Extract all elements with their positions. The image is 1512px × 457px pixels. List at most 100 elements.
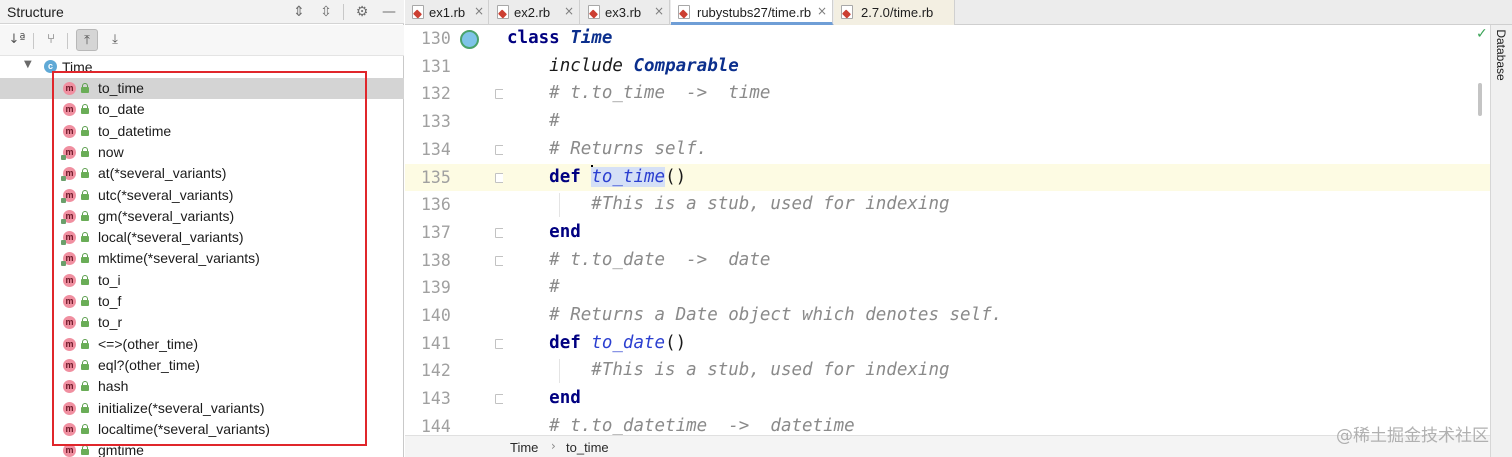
database-tool-tab[interactable]: Database xyxy=(1493,26,1509,86)
toolbar-divider xyxy=(33,33,34,49)
tree-method-item[interactable]: m initialize(*several_variants) xyxy=(0,398,404,419)
code-line[interactable]: # xyxy=(503,108,1490,136)
tree-method-item[interactable]: m utc(*several_variants) xyxy=(0,185,404,206)
method-icon: m xyxy=(63,124,76,138)
public-access-icon xyxy=(81,445,89,456)
gutter-line[interactable]: 142 xyxy=(405,357,503,385)
code-token: to_date xyxy=(591,332,666,353)
editor-scrollbar[interactable] xyxy=(1478,83,1482,116)
tree-method-item[interactable]: m localtime(*several_variants) xyxy=(0,419,404,440)
gutter-line[interactable]: 139 xyxy=(405,274,503,302)
close-icon[interactable]: × xyxy=(564,4,574,18)
public-access-icon xyxy=(81,274,89,285)
tree-method-item[interactable]: m local(*several_variants) xyxy=(0,227,404,248)
gutter-line[interactable]: 143 xyxy=(405,385,504,413)
ruby-file-icon xyxy=(497,5,509,19)
gutter-line[interactable]: 132 xyxy=(405,80,504,108)
tree-method-label: localtime(*several_variants) xyxy=(98,420,270,437)
implements-marker-icon[interactable] xyxy=(460,30,479,49)
static-method-icon: m xyxy=(61,167,76,182)
code-token: end xyxy=(549,388,581,409)
code-line[interactable]: end xyxy=(503,219,1490,247)
tree-root-time[interactable]: ▼ c Time xyxy=(0,57,404,78)
line-number: 135 xyxy=(421,167,451,187)
code-line[interactable]: def to_time() xyxy=(503,163,1490,192)
tree-method-item[interactable]: m to_date xyxy=(0,99,404,120)
close-icon[interactable]: × xyxy=(654,4,664,18)
tree-method-label: at(*several_variants) xyxy=(98,165,227,182)
gutter-line[interactable]: 130 xyxy=(405,25,503,53)
gutter-line[interactable]: 140 xyxy=(405,302,503,330)
tree-method-item[interactable]: m at(*several_variants) xyxy=(0,163,404,184)
gutter-line[interactable]: 138 xyxy=(405,247,504,275)
structure-tree: ▼ c Time m to_time m to_date m to_datetime m no… xyxy=(0,57,404,457)
method-icon: m xyxy=(63,295,76,308)
tree-method-item[interactable]: m now xyxy=(0,142,404,163)
tree-method-item[interactable]: m to_f xyxy=(0,291,404,312)
code-area[interactable]: class Time include Comparable # t.to_tim… xyxy=(503,25,1490,436)
gutter-line[interactable]: 137 xyxy=(405,219,504,247)
tab-ex1[interactable]: ex1.rb × xyxy=(405,0,489,25)
close-icon[interactable]: × xyxy=(474,4,484,18)
tree-method-item[interactable]: m eql?(other_time) xyxy=(0,355,404,376)
gutter-line[interactable]: 133 xyxy=(405,108,503,136)
code-line[interactable]: class Time xyxy=(503,25,1490,53)
autoscroll-from-source-icon[interactable]: ⤓ xyxy=(104,29,126,51)
tree-method-item[interactable]: m gmtime xyxy=(0,440,404,457)
expand-arrow-icon[interactable]: ▼ xyxy=(24,59,32,70)
collapse-all-icon[interactable]: ⇳ xyxy=(316,2,336,22)
tree-method-item[interactable]: m to_datetime xyxy=(0,121,404,142)
tab-2-7-0-time[interactable]: 2.7.0/time.rb xyxy=(834,0,955,25)
code-line[interactable]: # t.to_date -> date xyxy=(503,247,1490,275)
tree-method-item[interactable]: m to_time xyxy=(0,78,404,99)
breadcrumb-method[interactable]: to_time xyxy=(566,440,609,455)
tree-method-item[interactable]: m to_i xyxy=(0,270,404,291)
ruby-file-icon xyxy=(588,5,600,19)
code-line[interactable]: # xyxy=(503,274,1490,302)
code-line[interactable]: # Returns a Date object which denotes se… xyxy=(503,302,1490,330)
code-line[interactable]: #This is a stub, used for indexing xyxy=(503,191,1490,219)
code-line[interactable]: def to_date() xyxy=(503,330,1490,358)
code-token: end xyxy=(549,221,581,242)
gutter-line[interactable]: 131 xyxy=(405,53,503,81)
structure-panel: Structure ⇕ ⇳ ⚙ — ↓ª ⑂ ⤒ ⤓ ▼ c Time m to_… xyxy=(0,0,404,457)
tab-ex3[interactable]: ex3.rb × xyxy=(581,0,670,25)
code-line[interactable]: #This is a stub, used for indexing xyxy=(503,357,1490,385)
tree-method-item[interactable]: m <=>(other_time) xyxy=(0,334,404,355)
gutter-line[interactable]: 135 xyxy=(405,163,504,192)
minimize-icon[interactable]: — xyxy=(379,2,399,22)
expand-all-icon[interactable]: ⇕ xyxy=(289,2,309,22)
code-line[interactable]: # t.to_time -> time xyxy=(503,80,1490,108)
tree-method-item[interactable]: m gm(*several_variants) xyxy=(0,206,404,227)
line-number-gutter[interactable]: 130 131 132 133 134 135 136 137 138 139 140 141 142 1… xyxy=(405,25,504,436)
filter-icon[interactable]: ⑂ xyxy=(40,29,62,51)
tree-method-item[interactable]: m to_r xyxy=(0,312,404,333)
breadcrumb-class[interactable]: Time xyxy=(510,440,538,455)
method-icon: m xyxy=(63,273,76,287)
close-icon[interactable]: × xyxy=(817,4,827,18)
gutter-line[interactable]: 136 xyxy=(405,191,503,219)
tree-method-item[interactable]: m hash xyxy=(0,376,404,397)
code-line[interactable]: include Comparable xyxy=(503,53,1490,81)
autoscroll-to-source-icon[interactable]: ⤒ xyxy=(76,29,98,51)
code-token: # t.to_datetime -> datetime xyxy=(549,415,855,436)
tab-label: ex1.rb xyxy=(429,5,466,20)
gutter-line[interactable]: 134 xyxy=(405,136,504,164)
gear-icon[interactable]: ⚙ xyxy=(352,2,372,22)
code-line[interactable]: end xyxy=(503,385,1490,413)
tree-method-label: to_r xyxy=(98,314,123,331)
method-icon: m xyxy=(63,444,76,457)
tab-rubystubs27-time[interactable]: rubystubs27/time.rb × xyxy=(671,0,833,25)
tab-ex2[interactable]: ex2.rb × xyxy=(490,0,580,25)
line-number: 131 xyxy=(421,56,451,76)
inspection-ok-icon[interactable]: ✓ xyxy=(1476,26,1488,42)
sort-alpha-icon[interactable]: ↓ª xyxy=(6,29,28,51)
gutter-line[interactable]: 141 xyxy=(405,330,504,358)
tree-method-item[interactable]: m mktime(*several_variants) xyxy=(0,248,404,269)
code-line[interactable]: # Returns self. xyxy=(503,136,1490,164)
method-icon: m xyxy=(63,380,76,394)
tab-label: rubystubs27/time.rb xyxy=(697,5,812,20)
